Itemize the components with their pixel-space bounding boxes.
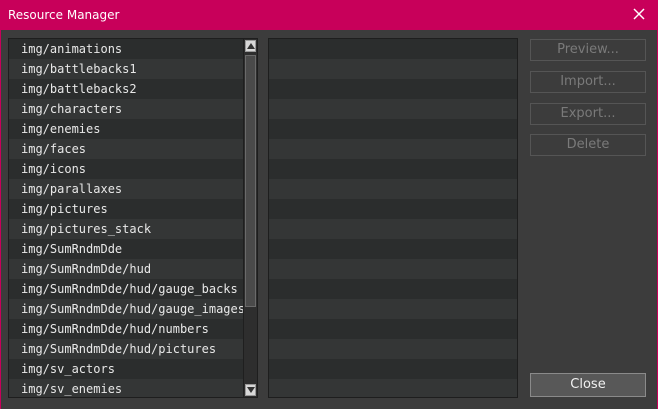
folder-list-item[interactable]: img/SumRndmDde/hud/gauge_images bbox=[9, 299, 243, 319]
folder-list-item[interactable]: img/SumRndmDde/hud bbox=[9, 259, 243, 279]
window-title: Resource Manager bbox=[8, 8, 120, 22]
folder-list-item[interactable]: img/battlebacks2 bbox=[9, 79, 243, 99]
resource-manager-window: Resource Manager img/animations img/battl… bbox=[0, 0, 658, 409]
file-list-row bbox=[269, 99, 517, 119]
file-list-row bbox=[269, 379, 517, 397]
folder-list[interactable]: img/animations img/battlebacks1 img/battle… bbox=[8, 38, 258, 398]
folder-list-item[interactable]: img/enemies bbox=[9, 119, 243, 139]
file-list-row bbox=[269, 199, 517, 219]
file-list-row bbox=[269, 59, 517, 79]
file-list-row bbox=[269, 139, 517, 159]
file-list-row bbox=[269, 179, 517, 199]
file-list-row bbox=[269, 119, 517, 139]
folder-list-item[interactable]: img/pictures bbox=[9, 199, 243, 219]
delete-button[interactable]: Delete bbox=[530, 134, 646, 156]
file-list-row bbox=[269, 359, 517, 379]
folder-list-items: img/animations img/battlebacks1 img/battle… bbox=[9, 39, 243, 397]
file-list-row bbox=[269, 259, 517, 279]
folder-list-item[interactable]: img/characters bbox=[9, 99, 243, 119]
file-list-row bbox=[269, 159, 517, 179]
folder-list-item[interactable]: img/battlebacks1 bbox=[9, 59, 243, 79]
file-list-row bbox=[269, 299, 517, 319]
scroll-down-button[interactable] bbox=[245, 384, 256, 396]
folder-list-scrollbar[interactable] bbox=[243, 39, 257, 397]
folder-list-item[interactable]: img/pictures_stack bbox=[9, 219, 243, 239]
folder-list-item[interactable]: img/icons bbox=[9, 159, 243, 179]
file-list-row bbox=[269, 319, 517, 339]
file-list-row bbox=[269, 39, 517, 59]
folder-list-item[interactable]: img/SumRndmDde/hud/pictures bbox=[9, 339, 243, 359]
file-list-row bbox=[269, 239, 517, 259]
file-list-row bbox=[269, 219, 517, 239]
folder-list-item[interactable]: img/SumRndmDde/hud/gauge_backs bbox=[9, 279, 243, 299]
folder-list-item[interactable]: img/sv_actors bbox=[9, 359, 243, 379]
file-list-row bbox=[269, 339, 517, 359]
folder-list-item[interactable]: img/sv_enemies bbox=[9, 379, 243, 397]
close-button[interactable]: Close bbox=[530, 373, 646, 397]
folder-list-item[interactable]: img/SumRndmDde bbox=[9, 239, 243, 259]
file-list-row bbox=[269, 79, 517, 99]
scroll-thumb[interactable] bbox=[245, 55, 256, 307]
export-button[interactable]: Export... bbox=[530, 103, 646, 125]
folder-list-item[interactable]: img/faces bbox=[9, 139, 243, 159]
folder-list-item[interactable]: img/parallaxes bbox=[9, 179, 243, 199]
file-list[interactable] bbox=[268, 38, 518, 398]
folder-list-item[interactable]: img/SumRndmDde/hud/numbers bbox=[9, 319, 243, 339]
import-button[interactable]: Import... bbox=[530, 71, 646, 93]
arrow-down-icon bbox=[247, 387, 255, 393]
title-bar[interactable]: Resource Manager bbox=[1, 0, 657, 30]
preview-button[interactable]: Preview... bbox=[530, 39, 646, 61]
file-list-row bbox=[269, 279, 517, 299]
close-icon[interactable] bbox=[631, 6, 647, 22]
scroll-up-button[interactable] bbox=[245, 40, 256, 52]
arrow-up-icon bbox=[247, 43, 255, 49]
folder-list-item[interactable]: img/animations bbox=[9, 39, 243, 59]
